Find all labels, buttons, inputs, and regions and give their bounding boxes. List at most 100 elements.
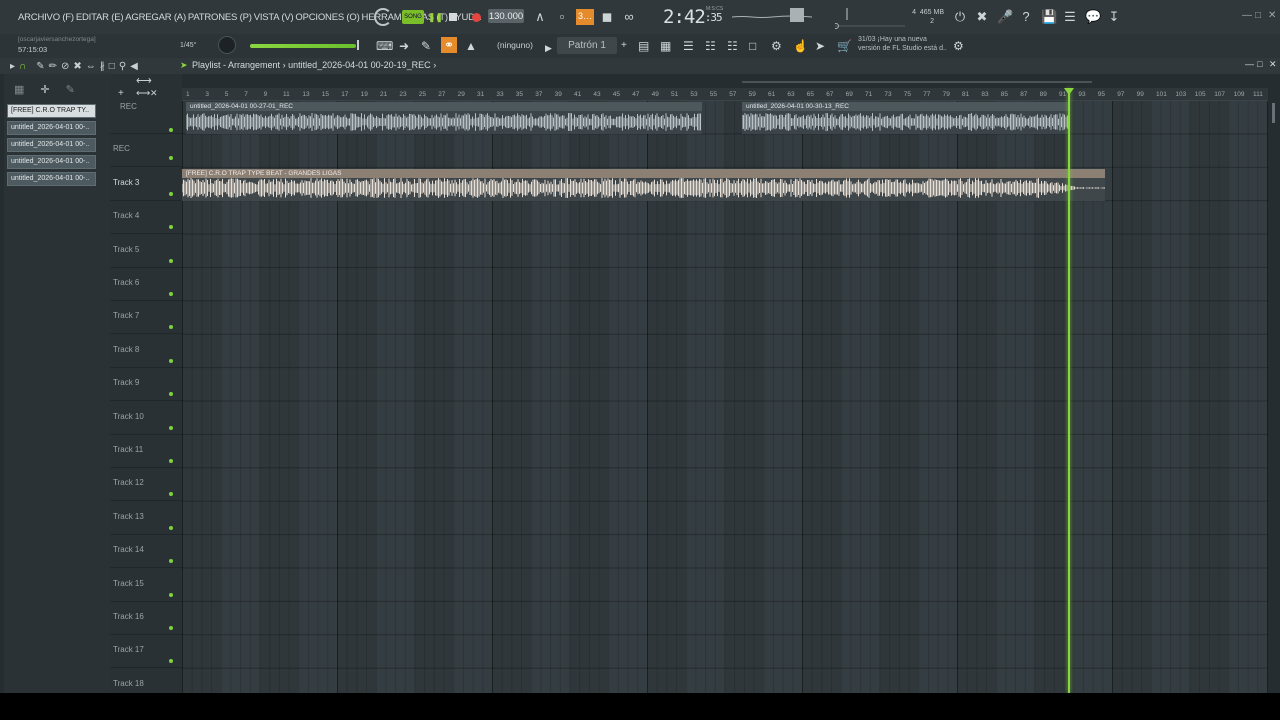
track-header[interactable]: Track 4 xyxy=(110,201,182,235)
playback-icon[interactable]: ◀ xyxy=(130,61,138,72)
track-header[interactable]: Track 10 xyxy=(110,402,182,435)
track-enable-led[interactable] xyxy=(169,459,173,463)
track-enable-led[interactable] xyxy=(169,492,173,497)
playlist-arrow-icon[interactable]: ➤ xyxy=(180,60,188,71)
track-enable-led[interactable] xyxy=(169,156,173,161)
pencil-icon[interactable]: ✎ xyxy=(36,61,44,72)
clip-source-item[interactable]: untitled_2026-04-01 00-.. xyxy=(7,138,96,152)
microphone-icon[interactable]: 🎤 xyxy=(997,10,1013,24)
track-header[interactable]: Track 3 xyxy=(110,168,182,201)
track-enable-led[interactable] xyxy=(169,325,173,330)
slip-icon[interactable]: ⇔ xyxy=(86,61,96,72)
snap-selector[interactable]: (ninguno) xyxy=(497,40,533,50)
news-settings-icon[interactable]: ⚙ xyxy=(953,40,964,52)
stop-button[interactable] xyxy=(449,9,457,25)
close-icon[interactable]: ✕ xyxy=(1268,10,1276,21)
blend-notes-icon[interactable]: ∞ xyxy=(622,10,636,24)
touch-keyboard-icon[interactable]: ☝ xyxy=(793,40,808,52)
magnet-icon[interactable]: ∩ xyxy=(19,61,26,72)
pause-button[interactable]: ❚❚ xyxy=(428,9,443,25)
loop-record-icon[interactable]: ◼ xyxy=(600,10,614,24)
track-enable-led[interactable] xyxy=(169,559,173,564)
delete-icon[interactable]: ⊘ xyxy=(61,61,69,72)
track-enable-led[interactable] xyxy=(169,258,173,263)
menu-edit[interactable]: EDITAR (E) xyxy=(76,12,124,23)
close-small-icon[interactable]: ✕ xyxy=(150,88,158,99)
video-icon[interactable]: ➤ xyxy=(815,40,825,52)
track-header[interactable]: Track 17 xyxy=(110,635,182,669)
wait-for-input-icon[interactable]: ▫ xyxy=(555,10,569,24)
pencil-small-icon[interactable]: ✎ xyxy=(66,83,75,96)
track-header[interactable]: REC xyxy=(110,101,182,134)
expand-vertical-icon[interactable]: ⟷ xyxy=(136,88,150,99)
horizontal-scrollbar[interactable] xyxy=(182,76,1268,88)
tools-icon[interactable]: ✖ xyxy=(975,10,989,24)
menu-view[interactable]: VISTA (V) xyxy=(254,12,294,23)
track-header[interactable]: Track 14 xyxy=(110,535,182,569)
playlist-window-icon[interactable]: ▤ xyxy=(638,40,649,52)
arrangement-grid[interactable]: untitled_2026-04-01 00-27-01_REC untitle… xyxy=(182,101,1268,693)
playhead[interactable] xyxy=(1068,88,1070,693)
snap-magnet-icon[interactable]: ⚭ xyxy=(441,37,457,53)
breadcrumb-pattern[interactable]: untitled_2026-04-01 00-20-19_REC xyxy=(288,60,431,70)
add-track-icon[interactable]: + xyxy=(118,88,124,99)
track-enable-led[interactable] xyxy=(169,191,173,196)
master-volume-handle[interactable] xyxy=(357,40,359,50)
track-header[interactable]: Track 5 xyxy=(110,235,182,268)
timeline-ruler[interactable]: 1 3 5 7 9 11 13 15 17 19 21 23 25 27 29 31 33 35 37 39 41 43 4… xyxy=(182,88,1268,101)
vertical-scrollbar-thumb[interactable] xyxy=(1272,103,1275,123)
scrollbar-thumb[interactable] xyxy=(742,81,1092,83)
minimize-icon[interactable]: — xyxy=(1242,10,1252,21)
menu-options[interactable]: OPCIONES (O) xyxy=(295,12,359,23)
track-enable-led[interactable] xyxy=(169,592,173,597)
slice-icon[interactable]: ∦ xyxy=(100,61,105,72)
grid-icon[interactable]: ▦ xyxy=(14,83,24,96)
clip-source-item[interactable]: untitled_2026-04-01 00-.. xyxy=(7,121,96,135)
track-enable-led[interactable] xyxy=(169,626,173,630)
playlist-close-icon[interactable]: ✕ xyxy=(1269,59,1277,70)
tempo-display[interactable]: 130.000 xyxy=(488,9,524,23)
maximize-icon[interactable]: □ xyxy=(1255,10,1261,21)
power-icon[interactable]: ⏻ xyxy=(953,10,967,24)
track-header[interactable]: Track 11 xyxy=(110,435,182,468)
clip-source-item[interactable]: [FREE] C.R.O TRAP TY.. xyxy=(7,104,96,118)
keyboard-icon[interactable]: ⌨ xyxy=(376,40,393,52)
brush-icon[interactable]: ✎ xyxy=(421,40,431,52)
track-header[interactable]: Track 8 xyxy=(110,335,182,368)
track-enable-led[interactable] xyxy=(169,225,173,230)
plugin-picker-icon[interactable]: ⚙ xyxy=(771,40,782,52)
clip-source-item[interactable]: untitled_2026-04-01 00-.. xyxy=(7,172,96,186)
track-enable-led[interactable] xyxy=(169,358,173,363)
chat-icon[interactable]: 💬 xyxy=(1085,10,1101,24)
menu-file[interactable]: ARCHIVO (F) xyxy=(18,12,74,23)
browser-icon[interactable]: ☷ xyxy=(727,40,738,52)
playlist-minimize-icon[interactable]: — xyxy=(1245,59,1254,69)
pattern-add-icon[interactable]: + xyxy=(621,40,627,52)
metronome-icon[interactable]: ∧ xyxy=(533,10,547,24)
move-icon[interactable]: ✛ xyxy=(40,83,49,96)
download-icon[interactable]: ↧ xyxy=(1107,10,1121,24)
song-mode-button[interactable]: SONG xyxy=(402,9,424,25)
track-enable-led[interactable] xyxy=(169,128,173,132)
track-header[interactable]: Track 12 xyxy=(110,468,182,502)
playlist-maximize-icon[interactable]: □ xyxy=(1257,59,1262,69)
track-enable-led[interactable] xyxy=(169,425,173,430)
clip-source-item[interactable]: untitled_2026-04-01 00-.. xyxy=(7,155,96,169)
record-button[interactable] xyxy=(472,9,481,25)
playhead-marker[interactable] xyxy=(1064,88,1074,95)
paint-icon[interactable]: ✏ xyxy=(49,61,57,72)
news-panel[interactable]: 31/03 ¡Hay una nueva versión de FL Studi… xyxy=(858,35,953,53)
track-enable-led[interactable] xyxy=(169,659,173,664)
cart-icon[interactable]: 🛒 xyxy=(837,40,852,52)
mute-icon[interactable]: ✖ xyxy=(73,61,81,72)
audio-clip-beat[interactable]: [FREE] C.R.O TRAP TYPE BEAT - GRANDES LI… xyxy=(182,169,1105,201)
piano-roll-icon[interactable]: ▦ xyxy=(660,40,671,52)
track-enable-led[interactable] xyxy=(169,292,173,296)
track-header[interactable]: Track 16 xyxy=(110,602,182,635)
save-icon[interactable]: 💾 xyxy=(1041,10,1057,24)
stamp-icon[interactable]: ▲ xyxy=(465,40,477,52)
select-icon[interactable]: □ xyxy=(109,61,115,72)
track-header[interactable]: Track 13 xyxy=(110,502,182,535)
track-header[interactable]: REC xyxy=(110,134,182,168)
vertical-scrollbar[interactable] xyxy=(1268,101,1280,693)
